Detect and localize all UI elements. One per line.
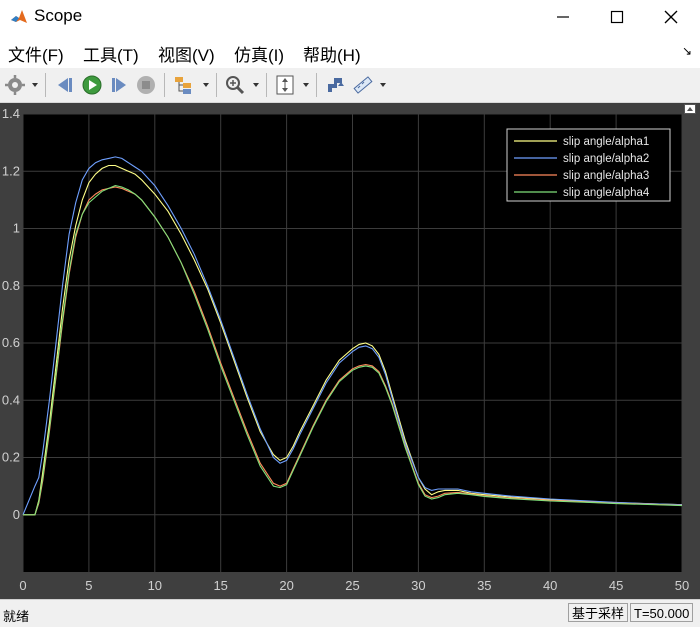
maximize-button[interactable] xyxy=(590,0,644,34)
legend-entry: slip angle/alpha4 xyxy=(563,187,650,199)
minimize-button[interactable] xyxy=(536,0,590,34)
autoscale-icon[interactable] xyxy=(274,74,296,96)
toolbar-separator xyxy=(164,73,165,97)
menu-file[interactable]: 文件(F) xyxy=(8,41,64,66)
legend-entry: slip angle/alpha1 xyxy=(563,136,649,148)
close-icon xyxy=(664,10,678,24)
step-back-icon[interactable] xyxy=(54,74,76,96)
y-tick-label: 1.4 xyxy=(2,106,20,121)
y-tick-label: 0.4 xyxy=(2,392,20,407)
toolbar-separator xyxy=(316,73,317,97)
chevron-down-icon[interactable] xyxy=(202,81,210,89)
chevron-down-icon[interactable] xyxy=(302,81,310,89)
close-button[interactable] xyxy=(644,0,698,34)
title-bar: Scope xyxy=(0,0,700,34)
chevron-down-icon[interactable] xyxy=(252,81,260,89)
status-bar: 就绪 基于采样 T=50.000 xyxy=(0,599,700,627)
menu-help[interactable]: 帮助(H) xyxy=(303,41,361,66)
x-tick-label: 15 xyxy=(213,578,227,593)
toolbar xyxy=(0,68,700,103)
maximize-icon xyxy=(610,10,624,24)
x-tick-label: 45 xyxy=(609,578,623,593)
x-tick-label: 30 xyxy=(411,578,425,593)
sample-mode-indicator: 基于采样 xyxy=(568,603,629,622)
gear-icon[interactable] xyxy=(4,74,26,96)
y-tick-label: 0 xyxy=(13,507,20,522)
menu-simulation[interactable]: 仿真(I) xyxy=(234,41,284,66)
y-tick-label: 0.8 xyxy=(2,278,20,293)
highlight-block-icon[interactable] xyxy=(324,74,346,96)
y-tick-label: 0.2 xyxy=(2,450,20,465)
x-tick-label: 35 xyxy=(477,578,491,593)
step-forward-icon[interactable] xyxy=(108,74,130,96)
legend: slip angle/alpha1 slip angle/alpha2 slip a… xyxy=(506,128,671,202)
signal-hierarchy-icon[interactable] xyxy=(172,74,194,96)
y-tick-label: 1 xyxy=(13,221,20,236)
simulation-time: T=50.000 xyxy=(630,603,694,622)
chevron-down-icon[interactable] xyxy=(379,81,387,89)
x-tick-label: 25 xyxy=(345,578,359,593)
minimize-icon xyxy=(557,16,569,18)
chevron-down-icon[interactable] xyxy=(31,81,39,89)
window-title: Scope xyxy=(34,6,83,25)
zoom-icon[interactable] xyxy=(224,74,246,96)
scope-chart[interactable]: 0 5 10 15 20 25 30 35 40 45 50 0 0.2 0.4 0.6 0.8 1 1.2 1.4… xyxy=(0,103,700,599)
x-tick-label: 0 xyxy=(19,578,26,593)
y-tick-label: 0.6 xyxy=(2,335,20,350)
menu-tools[interactable]: 工具(T) xyxy=(83,41,139,66)
x-tick-label: 5 xyxy=(85,578,92,593)
x-tick-label: 40 xyxy=(543,578,557,593)
x-tick-label: 50 xyxy=(675,578,689,593)
x-tick-label: 20 xyxy=(279,578,293,593)
menu-view[interactable]: 视图(V) xyxy=(158,41,215,66)
x-tick-label: 10 xyxy=(148,578,162,593)
status-text: 就绪 xyxy=(3,609,30,624)
undock-icon[interactable] xyxy=(684,104,696,114)
legend-entry: slip angle/alpha3 xyxy=(563,170,649,182)
toolbar-separator xyxy=(216,73,217,97)
menu-bar: 文件(F) 工具(T) 视图(V) 仿真(I) 帮助(H) ↘ xyxy=(0,34,700,68)
toolbar-separator xyxy=(266,73,267,97)
legend-entry: slip angle/alpha2 xyxy=(563,153,649,165)
y-tick-label: 1.2 xyxy=(2,163,20,178)
dock-arrow-icon[interactable]: ↘ xyxy=(682,44,692,58)
matlab-logo-icon xyxy=(11,10,27,23)
run-icon[interactable] xyxy=(81,74,103,96)
toolbar-separator xyxy=(45,73,46,97)
stop-icon[interactable] xyxy=(135,74,157,96)
scope-plot-panel: 0 5 10 15 20 25 30 35 40 45 50 0 0.2 0.4 0.6 0.8 1 1.2 1.4… xyxy=(0,103,700,599)
measure-icon[interactable] xyxy=(352,74,374,96)
